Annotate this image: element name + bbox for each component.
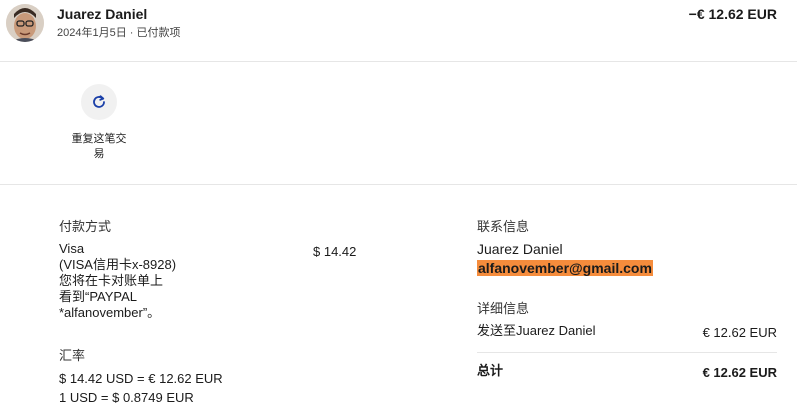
method-line: (VISA信用卡x-8928) <box>59 257 177 272</box>
exchange-line: $ 14.42 USD = € 12.62 EUR <box>59 371 223 386</box>
sent-to-label: 发送至Juarez Daniel <box>477 323 596 338</box>
contact-heading: 联系信息 <box>477 219 530 234</box>
method-line: 看到“PAYPAL <box>59 289 138 304</box>
transaction-header: Juarez Daniel 2024年1月5日 · 已付款项 −€ 12.62 … <box>0 0 797 62</box>
repeat-button[interactable] <box>81 84 117 120</box>
sent-amount: € 12.62 EUR <box>702 325 777 340</box>
divider <box>0 61 797 62</box>
repeat-label[interactable]: 重复这笔交易 <box>69 132 129 162</box>
total-label: 总计 <box>477 363 504 378</box>
contact-name: Juarez Daniel <box>477 241 563 257</box>
divider <box>0 184 797 185</box>
method-line: Visa <box>59 241 85 256</box>
payment-method-details: Visa (VISA信用卡x-8928) 您将在卡对账单上 看到“PAYPAL … <box>59 241 176 321</box>
exchange-rate-heading: 汇率 <box>59 348 86 363</box>
avatar-image <box>6 4 44 42</box>
transaction-amount: −€ 12.62 EUR <box>688 6 777 22</box>
details-heading: 详细信息 <box>477 301 530 316</box>
contact-email-link[interactable]: alfanovember@gmail.com <box>477 260 653 276</box>
transaction-status: 已付款项 <box>136 27 181 39</box>
details-divider <box>477 352 777 353</box>
exchange-line: 1 USD = $ 0.8749 EUR <box>59 390 194 405</box>
refresh-icon <box>93 95 105 108</box>
method-line: 您将在卡对账单上 <box>59 273 164 288</box>
meta-separator: · <box>129 27 134 39</box>
avatar <box>6 4 44 42</box>
exchange-rate-details: $ 14.42 USD = € 12.62 EUR 1 USD = $ 0.87… <box>59 369 223 407</box>
transaction-meta: 2024年1月5日 · 已付款项 <box>57 24 181 40</box>
payment-amount: $ 14.42 <box>313 244 357 259</box>
payee-name: Juarez Daniel <box>57 6 148 22</box>
payment-method-heading: 付款方式 <box>59 219 112 234</box>
contact-details: Juarez Daniel alfanovember@gmail.com <box>477 240 653 278</box>
repeat-transaction-action[interactable]: 重复这笔交易 <box>66 84 132 162</box>
method-line: *alfanovember”。 <box>59 305 161 320</box>
transaction-date: 2024年1月5日 <box>57 27 127 39</box>
total-amount: € 12.62 EUR <box>702 365 777 380</box>
